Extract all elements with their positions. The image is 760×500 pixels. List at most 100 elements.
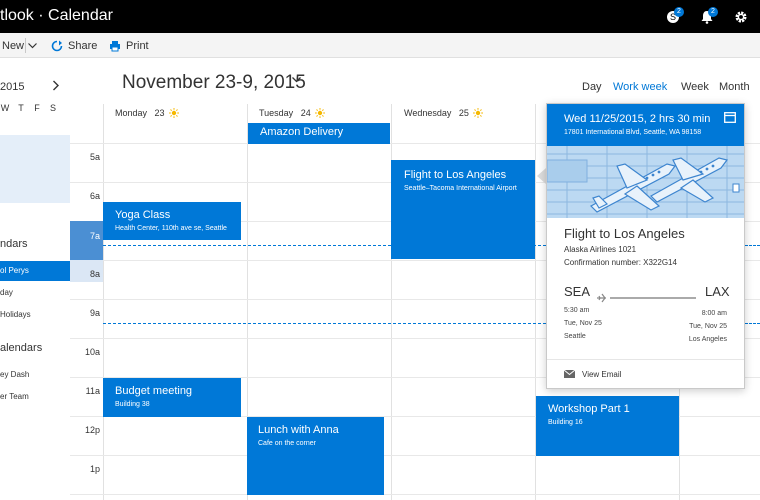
event-budget-meeting[interactable]: Budget meeting Building 38: [103, 378, 241, 417]
chevron-down-icon: [28, 42, 37, 48]
hour-label: 5a: [89, 152, 100, 162]
printer-icon: [110, 40, 120, 51]
hour-label: 7a: [89, 231, 100, 241]
airplane-illustration: [547, 146, 744, 218]
share-icon: [51, 40, 63, 51]
day-header-monday[interactable]: Monday 23: [115, 104, 179, 122]
share-button[interactable]: Share: [51, 33, 97, 58]
hour-line: [70, 338, 103, 339]
event-location: Health Center, 110th ave se, Seattle: [115, 225, 227, 232]
mini-calendar-day[interactable]: [0, 152, 13, 169]
mini-calendar-day[interactable]: [29, 169, 45, 186]
day-date: 24: [300, 108, 311, 118]
skype-button[interactable]: S 2: [656, 0, 690, 33]
day-name: Tuesday: [259, 108, 294, 118]
mini-calendar-day[interactable]: [45, 152, 61, 169]
card-pointer: [537, 168, 546, 184]
destination-airport-code: LAX: [705, 284, 730, 299]
notifications-button[interactable]: 2: [690, 0, 724, 33]
print-button[interactable]: Print: [109, 33, 149, 58]
day-date: 25: [458, 108, 469, 118]
new-dropdown-button[interactable]: [28, 33, 42, 58]
other-calendars-heading[interactable]: alendars: [0, 342, 42, 354]
current-time-line: [745, 323, 760, 324]
card-datetime: Wed 11/25/2015, 2 hrs 30 min: [564, 113, 711, 125]
calendar-item[interactable]: day: [0, 283, 70, 303]
mini-calendar-day[interactable]: [0, 135, 13, 152]
mini-calendar-day[interactable]: [0, 169, 13, 186]
hour-line: [70, 455, 103, 456]
mini-calendar-day[interactable]: [45, 117, 61, 134]
day-date: 23: [154, 108, 165, 118]
chevron-down-icon[interactable]: [292, 77, 301, 83]
tab-work-week[interactable]: Work week: [613, 81, 667, 93]
card-address: 17801 International Blvd, Seattle, WA 98…: [564, 129, 702, 136]
weekday-header: S: [49, 103, 56, 113]
hour-line: [70, 299, 103, 300]
card-confirmation: Confirmation number: X322G14: [564, 258, 677, 267]
my-calendars-heading[interactable]: ndars: [0, 238, 28, 250]
mini-calendar-day[interactable]: [13, 135, 29, 152]
share-label: Share: [68, 39, 98, 52]
top-bar: tlook · Calendar S 2 2: [0, 0, 760, 33]
calendar-item[interactable]: ol Perys: [0, 261, 70, 281]
view-email-link[interactable]: View Email: [564, 366, 621, 382]
sun-icon: [168, 108, 179, 118]
mini-calendar-day[interactable]: [13, 169, 29, 186]
calendar-item[interactable]: er Team: [0, 387, 70, 407]
settings-button[interactable]: [724, 0, 758, 33]
event-workshop-part-1[interactable]: Workshop Part 1 Building 16: [536, 396, 679, 456]
mini-calendar-day[interactable]: [29, 135, 45, 152]
view-email-label: View Email: [582, 369, 622, 379]
mini-calendar-day[interactable]: [13, 117, 29, 134]
card-divider: [547, 359, 744, 360]
day-header-tuesday[interactable]: Tuesday 24: [259, 104, 325, 122]
departure-time: 5:30 am: [564, 307, 590, 314]
mini-calendar-day[interactable]: [45, 186, 61, 203]
current-time-line: [745, 245, 760, 246]
event-amazon-delivery[interactable]: Amazon Delivery: [248, 123, 390, 144]
app-title: tlook · Calendar: [0, 7, 113, 24]
open-in-calendar-icon[interactable]: [724, 112, 736, 123]
mini-calendar-next-button[interactable]: [52, 78, 60, 94]
hour-line: [103, 494, 760, 495]
hour-label: 1p: [89, 464, 100, 474]
mini-calendar-day[interactable]: [0, 186, 13, 203]
tab-day[interactable]: Day: [582, 81, 602, 93]
hour-line: [70, 143, 103, 144]
weekday-header: F: [34, 103, 40, 113]
event-location: Building 38: [115, 401, 150, 408]
command-bar: New Share Print: [0, 33, 760, 58]
event-title: Budget meeting: [115, 385, 193, 397]
current-hour-marker: 7a: [70, 221, 103, 260]
mini-calendar-day[interactable]: [13, 186, 29, 203]
event-location: Building 16: [548, 419, 583, 426]
hour-line: [70, 416, 103, 417]
event-yoga-class[interactable]: Yoga Class Health Center, 110th ave se, …: [103, 202, 241, 240]
arrival-date: Tue, Nov 25: [689, 323, 727, 330]
mini-calendar-day[interactable]: [13, 152, 29, 169]
day-name: Wednesday: [404, 108, 452, 118]
hour-label: 11a: [85, 386, 100, 396]
mini-calendar-day[interactable]: [29, 117, 45, 134]
mini-calendar-day[interactable]: [29, 152, 45, 169]
mini-calendar-day[interactable]: [29, 186, 45, 203]
date-range-title[interactable]: November 23-9, 2015: [122, 72, 306, 94]
new-button[interactable]: New: [2, 33, 24, 58]
event-lunch-with-anna[interactable]: Lunch with Anna Cafe on the corner: [247, 417, 384, 495]
calendar-item[interactable]: ey Dash: [0, 365, 70, 385]
event-flight-to-los-angeles[interactable]: Flight to Los Angeles Seattle–Tacoma Int…: [391, 160, 535, 259]
calendar-item[interactable]: Holidays: [0, 305, 70, 325]
mini-calendar-day[interactable]: [45, 135, 61, 152]
chevron-right-icon: [53, 80, 59, 91]
mini-calendar-day[interactable]: [0, 117, 13, 134]
mini-calendar-day[interactable]: [45, 169, 61, 186]
event-location: Seattle–Tacoma International Airport: [404, 185, 517, 192]
weekday-header: T: [18, 103, 24, 113]
tab-month[interactable]: Month: [719, 81, 750, 93]
mini-calendar-year: 2015: [0, 81, 25, 93]
departure-date: Tue, Nov 25: [564, 320, 602, 327]
day-header-wednesday[interactable]: Wednesday 25: [404, 104, 483, 122]
card-header: Wed 11/25/2015, 2 hrs 30 min 17801 Inter…: [547, 104, 744, 146]
tab-week[interactable]: Week: [681, 81, 709, 93]
